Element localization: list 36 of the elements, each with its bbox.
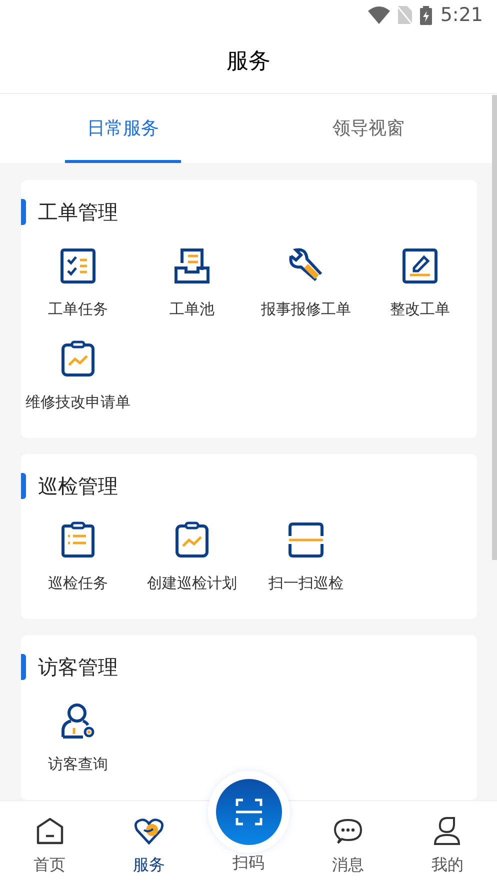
nav-tab[interactable]: 我的 (398, 801, 497, 883)
section-marker (21, 473, 26, 499)
scan-icon (234, 798, 263, 826)
checklist-icon (58, 246, 98, 286)
home-icon (36, 817, 64, 845)
edit-icon (400, 246, 440, 286)
battery-icon (420, 6, 432, 24)
status-time: 5:21 (440, 2, 483, 28)
section-marker (21, 654, 26, 680)
service-item[interactable]: 访客查询 (21, 699, 135, 786)
wifi-icon (368, 6, 390, 24)
document-tray-icon (172, 246, 212, 286)
service-item[interactable]: 维修技改申请单 (21, 337, 135, 424)
service-item[interactable]: 巡检任务 (21, 518, 135, 605)
section-title: 巡检管理 (38, 473, 118, 500)
service-item[interactable]: 整改工单 (363, 244, 477, 331)
tab[interactable]: 领导视窗 (246, 94, 491, 163)
service-item[interactable]: 创建巡检计划 (135, 518, 249, 605)
section-title: 工单管理 (38, 199, 118, 226)
nav-label[interactable]: 扫码 (232, 851, 265, 875)
nav-tab[interactable]: 消息 (298, 801, 398, 883)
service-item[interactable]: 报事报修工单 (249, 244, 363, 331)
nav-tab[interactable]: 服务 (99, 801, 199, 883)
section-marker (21, 199, 26, 225)
heart-icon (134, 817, 164, 845)
service-item[interactable]: 工单任务 (21, 244, 135, 331)
user-icon (433, 817, 462, 845)
section-title: 访客管理 (38, 654, 118, 681)
no-sim-icon (398, 6, 412, 24)
tab[interactable]: 日常服务 (0, 94, 246, 163)
scan-frame-icon (286, 520, 326, 560)
chat-bubble-icon (334, 817, 362, 845)
service-item[interactable]: 扫一扫巡检 (249, 518, 363, 605)
page-title: 服务 (226, 48, 270, 76)
nav-tab[interactable]: 首页 (0, 801, 100, 883)
service-item[interactable]: 工单池 (135, 244, 249, 331)
